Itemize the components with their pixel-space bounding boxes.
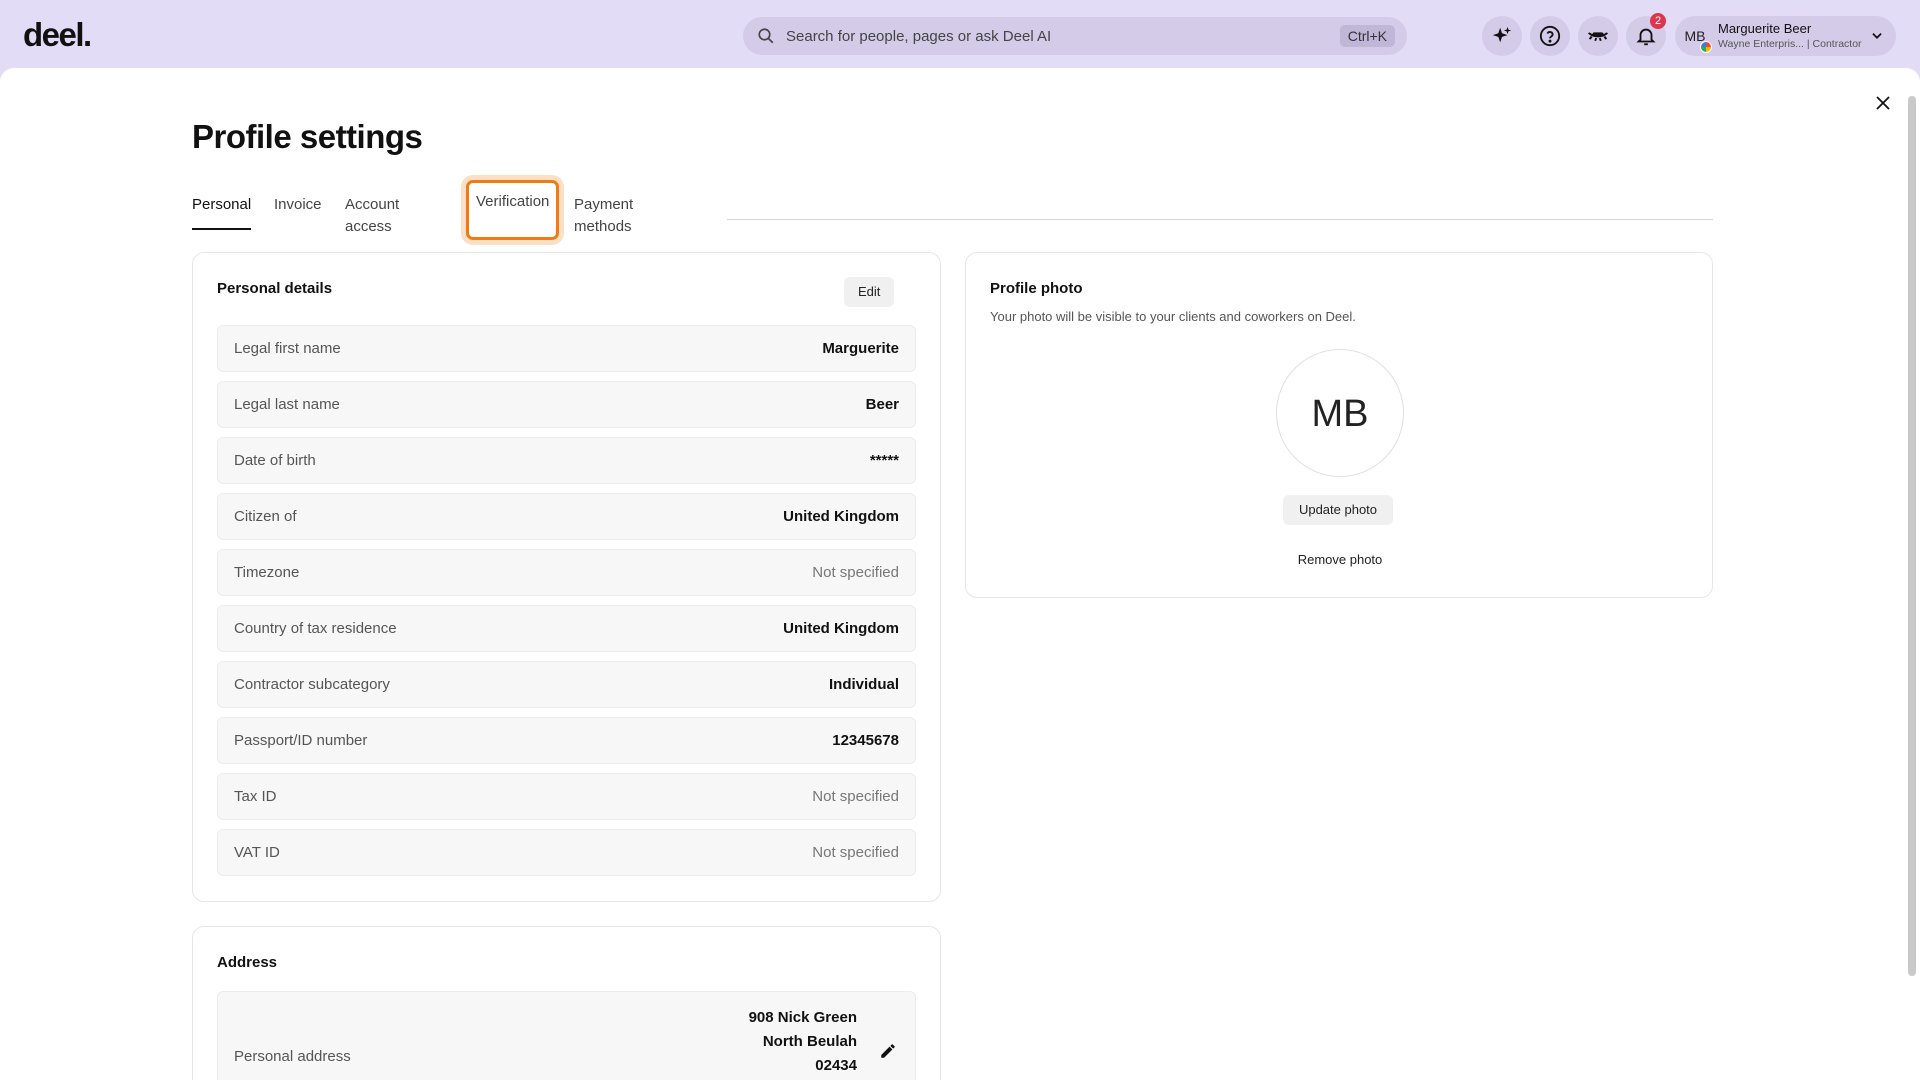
- edit-pencil-icon[interactable]: [879, 1042, 897, 1060]
- detail-row-date-of-birth: Date of birth *****: [217, 437, 916, 484]
- search-icon: [758, 28, 774, 44]
- search-input[interactable]: [786, 17, 1326, 55]
- address-card: Address Personal address 908 Nick Green …: [192, 926, 941, 1080]
- detail-value: United Kingdom: [783, 620, 899, 637]
- detail-row-last-name: Legal last name Beer: [217, 381, 916, 428]
- address-line: North Beulah: [762, 1033, 857, 1050]
- tab-verification[interactable]: Verification: [466, 180, 560, 240]
- closed-eye-icon: [1587, 32, 1609, 42]
- close-icon[interactable]: [1874, 94, 1892, 112]
- chevron-down-icon: [1872, 33, 1882, 39]
- detail-value: Marguerite: [822, 340, 899, 357]
- tab-personal[interactable]: Personal: [192, 188, 252, 230]
- address-label: Personal address: [234, 1048, 351, 1065]
- user-name: Marguerite Beer: [1718, 21, 1812, 36]
- sparkle-icon: [1492, 26, 1512, 43]
- top-bar: deel. Ctrl+K: [0, 0, 1920, 70]
- detail-label: Timezone: [234, 564, 300, 581]
- detail-label: Citizen of: [234, 508, 297, 525]
- tab-account-access[interactable]: Account access: [345, 188, 399, 235]
- help-circle-icon: [1539, 25, 1561, 47]
- personal-details-title: Personal details: [217, 280, 333, 297]
- detail-value: Not specified: [812, 844, 899, 861]
- detail-label: Date of birth: [234, 452, 316, 469]
- detail-label: Tax ID: [234, 788, 277, 805]
- detail-row-contractor-subcategory: Contractor subcategory Individual: [217, 661, 916, 708]
- ai-assistant-button[interactable]: [1482, 16, 1522, 56]
- detail-value: Individual: [828, 676, 899, 693]
- settings-panel: Profile settings Personal Invoice Accoun…: [0, 68, 1920, 1080]
- profile-photo-description: Your photo will be visible to your clien…: [990, 309, 1356, 324]
- detail-row-timezone: Timezone Not specified: [217, 549, 916, 596]
- hide-sensitive-button[interactable]: [1578, 16, 1618, 56]
- org-logo-icon: [1700, 41, 1712, 53]
- personal-address-row: Personal address 908 Nick Green North Be…: [217, 991, 916, 1080]
- address-line: 908 Nick Green: [748, 1009, 857, 1026]
- update-photo-button[interactable]: Update photo: [1283, 495, 1393, 525]
- detail-label: Passport/ID number: [234, 732, 368, 749]
- bell-icon: [1636, 28, 1656, 46]
- personal-details-card: Personal details Edit Legal first name M…: [192, 252, 941, 902]
- detail-value: Not specified: [812, 788, 899, 805]
- deel-logo[interactable]: deel.: [23, 16, 92, 54]
- search-bar[interactable]: Ctrl+K: [743, 17, 1407, 55]
- user-menu[interactable]: MB Marguerite Beer Wayne Enterpris... | …: [1675, 16, 1896, 56]
- tab-payment-methods[interactable]: Payment methods: [574, 188, 633, 235]
- profile-avatar: MB: [1276, 349, 1404, 477]
- detail-label: Legal last name: [234, 396, 340, 413]
- shortcut-hint: Ctrl+K: [1339, 25, 1395, 47]
- profile-photo-card: Profile photo Your photo will be visible…: [965, 252, 1713, 598]
- detail-label: Country of tax residence: [234, 620, 397, 637]
- tabs-divider: [727, 219, 1713, 220]
- remove-photo-button[interactable]: Remove photo: [1266, 552, 1414, 567]
- scrollbar[interactable]: [1908, 96, 1916, 976]
- detail-label: Legal first name: [234, 340, 341, 357]
- detail-row-vat-id: VAT ID Not specified: [217, 829, 916, 876]
- help-button[interactable]: [1530, 16, 1570, 56]
- address-title: Address: [217, 954, 278, 971]
- profile-photo-title: Profile photo: [990, 280, 1083, 297]
- page-title: Profile settings: [192, 118, 423, 155]
- detail-row-first-name: Legal first name Marguerite: [217, 325, 916, 372]
- detail-value: Not specified: [812, 564, 899, 581]
- address-value: 908 Nick Green North Beulah 02434: [749, 1006, 857, 1078]
- detail-value: 12345678: [832, 732, 899, 749]
- detail-label: Contractor subcategory: [234, 676, 390, 693]
- detail-value: United Kingdom: [783, 508, 899, 525]
- tab-invoice[interactable]: Invoice: [274, 188, 322, 230]
- address-line: 02434: [815, 1057, 857, 1074]
- detail-value: Beer: [865, 396, 899, 413]
- detail-row-passport-id: Passport/ID number 12345678: [217, 717, 916, 764]
- user-subtitle: Wayne Enterpris... | Contractor: [1718, 38, 1862, 50]
- detail-value: *****: [869, 452, 899, 469]
- detail-row-tax-residence: Country of tax residence United Kingdom: [217, 605, 916, 652]
- detail-row-tax-id: Tax ID Not specified: [217, 773, 916, 820]
- detail-row-citizen-of: Citizen of United Kingdom: [217, 493, 916, 540]
- edit-button[interactable]: Edit: [844, 277, 895, 307]
- detail-label: VAT ID: [234, 844, 280, 861]
- notification-badge: 2: [1650, 13, 1666, 29]
